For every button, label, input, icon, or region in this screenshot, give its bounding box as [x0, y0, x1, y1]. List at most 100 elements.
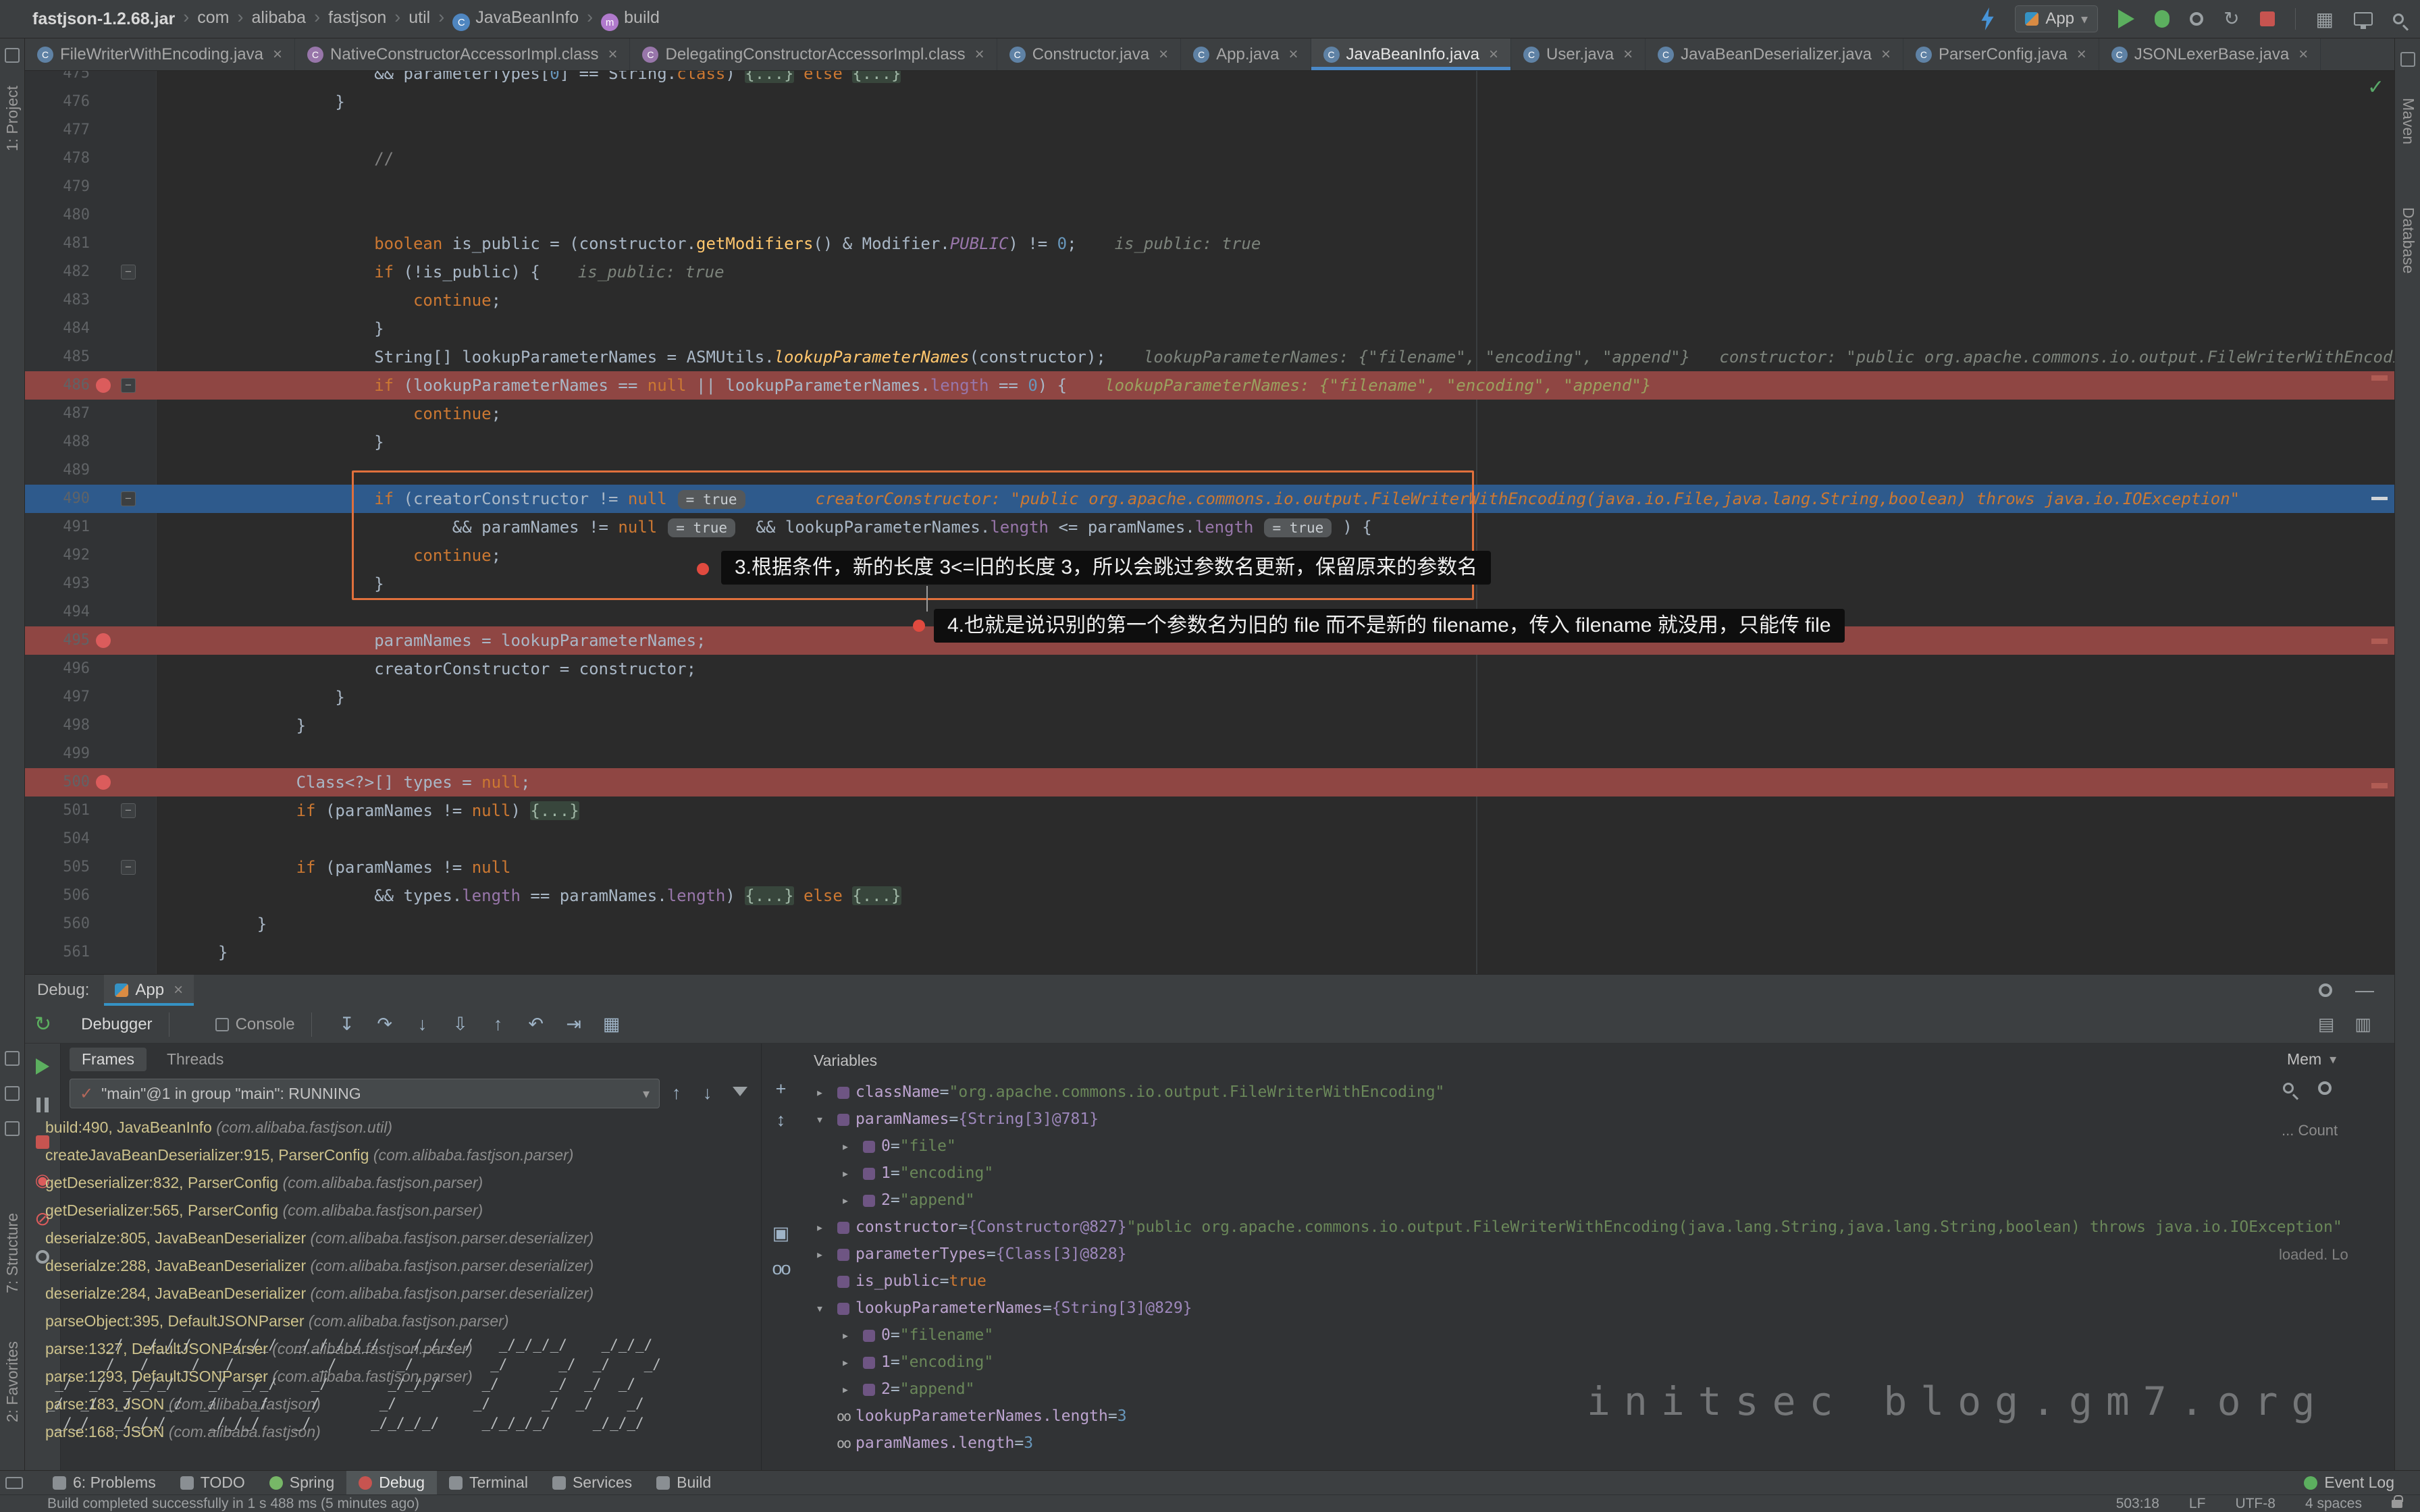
- editor-tab[interactable]: CNativeConstructorAccessorImpl.class×: [295, 38, 630, 70]
- variable-row[interactable]: ▸1 = "encoding": [800, 1160, 2354, 1187]
- frame-row[interactable]: parse:1293, DefaultJSONParser (com.aliba…: [25, 1363, 761, 1390]
- fold-icon[interactable]: −: [121, 378, 136, 393]
- tab-close-icon[interactable]: ×: [1289, 45, 1298, 64]
- breadcrumb-item[interactable]: build: [624, 8, 660, 27]
- code-line[interactable]: 501− if (paramNames != null) {...}: [25, 796, 2394, 825]
- show-execution-point-icon[interactable]: ↧: [328, 1014, 366, 1035]
- tab-close-icon[interactable]: ×: [2077, 45, 2086, 64]
- caret-position[interactable]: 503:18: [2116, 1496, 2159, 1512]
- code-line[interactable]: 481 boolean is_public = (constructor.get…: [25, 230, 2394, 258]
- breakpoint-icon[interactable]: [96, 775, 111, 790]
- frame-row[interactable]: getDeserializer:832, ParserConfig (com.a…: [25, 1169, 761, 1197]
- editor-tab[interactable]: CUser.java×: [1511, 38, 1646, 70]
- variable-row[interactable]: ▸className = "org.apache.commons.io.outp…: [800, 1079, 2354, 1106]
- variable-row[interactable]: ▸1 = "encoding": [800, 1349, 2354, 1376]
- breadcrumb-item[interactable]: util: [409, 8, 430, 27]
- stripe-project[interactable]: 1: Project: [3, 86, 22, 151]
- breadcrumb-item[interactable]: alibaba: [251, 8, 306, 27]
- chevron-down-icon[interactable]: ▾: [808, 1295, 831, 1322]
- variable-row[interactable]: ooparamNames.length = 3: [800, 1430, 2354, 1457]
- chevron-right-icon[interactable]: ▸: [834, 1376, 857, 1403]
- editor-tab[interactable]: CDelegatingConstructorAccessorImpl.class…: [630, 38, 997, 70]
- tab-close-icon[interactable]: ×: [273, 45, 282, 64]
- frame-row[interactable]: deserialze:805, JavaBeanDeserializer (co…: [25, 1224, 761, 1252]
- toolwindow-button-eventlog[interactable]: Event Log: [2292, 1474, 2406, 1492]
- restart-button[interactable]: ↻: [2224, 9, 2239, 28]
- tab-console[interactable]: Console: [215, 1015, 295, 1034]
- build-lightning-icon[interactable]: [1980, 7, 1995, 30]
- run-button[interactable]: [2118, 9, 2134, 28]
- run-to-cursor-icon[interactable]: ⇥: [555, 1014, 593, 1035]
- code-line[interactable]: 485 String[] lookupParameterNames = ASMU…: [25, 343, 2394, 371]
- tab-debugger[interactable]: Debugger: [81, 1015, 152, 1034]
- tab-threads[interactable]: Threads: [155, 1048, 236, 1071]
- editor-tab[interactable]: CJavaBeanInfo.java×: [1311, 38, 1512, 70]
- copy-stack-icon[interactable]: ▣: [762, 1223, 800, 1244]
- tab-frames[interactable]: Frames: [70, 1048, 147, 1071]
- code-line[interactable]: 486− if (lookupParameterNames == null ||…: [25, 371, 2394, 400]
- toolwindow-button-todo[interactable]: TODO: [168, 1471, 257, 1494]
- scrollbar-mark[interactable]: [2371, 783, 2388, 788]
- breadcrumb-item[interactable]: JavaBeanInfo: [475, 8, 579, 27]
- tab-close-icon[interactable]: ×: [975, 45, 984, 64]
- line-separator[interactable]: LF: [2189, 1496, 2206, 1512]
- coverage-button[interactable]: [2190, 12, 2203, 26]
- frame-row[interactable]: parse:1327, DefaultJSONParser (com.aliba…: [25, 1335, 761, 1363]
- code-line[interactable]: 497 }: [25, 683, 2394, 711]
- stripe-favorites[interactable]: 2: Favorites: [3, 1341, 22, 1422]
- code-line[interactable]: 499: [25, 740, 2394, 768]
- code-line[interactable]: 475 && parameterTypes[0] == String.class…: [25, 71, 2394, 88]
- variable-row[interactable]: ▾lookupParameterNames = {String[3]@829}: [800, 1295, 2354, 1322]
- tab-close-icon[interactable]: ×: [1489, 45, 1498, 64]
- toolwindow-button-debug[interactable]: Debug: [346, 1471, 437, 1494]
- variable-row[interactable]: ▾paramNames = {String[3]@781}: [800, 1106, 2354, 1133]
- pin-icon[interactable]: [5, 1051, 20, 1066]
- monitor-icon[interactable]: [2354, 12, 2373, 26]
- chevron-right-icon[interactable]: ▸: [808, 1214, 831, 1241]
- memory-view-toggle[interactable]: Mem ▾: [2287, 1050, 2336, 1069]
- resume-button[interactable]: [36, 1058, 49, 1075]
- breadcrumb-item[interactable]: fastjson: [328, 8, 386, 27]
- tab-close-icon[interactable]: ×: [2298, 45, 2308, 64]
- toolwindow-button-terminal[interactable]: Terminal: [437, 1471, 540, 1494]
- chevron-right-icon[interactable]: ▸: [834, 1187, 857, 1214]
- step-out-icon[interactable]: ↑: [479, 1014, 517, 1035]
- code-line[interactable]: 496 creatorConstructor = constructor;: [25, 655, 2394, 683]
- frame-row[interactable]: getDeserializer:565, ParserConfig (com.a…: [25, 1197, 761, 1224]
- search-icon[interactable]: [2393, 14, 2404, 24]
- close-icon[interactable]: ×: [174, 981, 183, 1000]
- frame-row[interactable]: createJavaBeanDeserializer:915, ParserCo…: [25, 1141, 761, 1169]
- editor-tab[interactable]: CJavaBeanDeserializer.java×: [1646, 38, 1903, 70]
- gear-icon[interactable]: [5, 1121, 20, 1136]
- variable-row[interactable]: is_public = true: [800, 1268, 2354, 1295]
- code-line[interactable]: 561}: [25, 938, 2394, 967]
- toolwindow-button-services[interactable]: Services: [540, 1471, 644, 1494]
- rerun-icon[interactable]: ↻: [34, 1013, 51, 1036]
- code-line[interactable]: 488 }: [25, 428, 2394, 456]
- scrollbar-exec-mark[interactable]: [2371, 497, 2388, 500]
- run-config-selector[interactable]: App ▾: [2015, 5, 2098, 32]
- stop-button[interactable]: [2260, 11, 2275, 26]
- editor-tab[interactable]: CJSONLexerBase.java×: [2099, 38, 2321, 70]
- chevron-right-icon[interactable]: ▸: [834, 1160, 857, 1187]
- breadcrumb-item[interactable]: com: [197, 8, 229, 27]
- scrollbar-mark[interactable]: [2371, 639, 2388, 644]
- code-line[interactable]: 506 && types.length == paramNames.length…: [25, 882, 2394, 910]
- breakpoint-icon[interactable]: [96, 378, 111, 393]
- watches-icon[interactable]: oo: [762, 1258, 800, 1279]
- frame-row[interactable]: parseObject:395, DefaultJSONParser (com.…: [25, 1307, 761, 1335]
- restore-layout-icon[interactable]: ▥: [2355, 1014, 2371, 1035]
- code-line[interactable]: 478 //: [25, 144, 2394, 173]
- tab-close-icon[interactable]: ×: [1159, 45, 1168, 64]
- chevron-right-icon[interactable]: ▸: [834, 1349, 857, 1376]
- readonly-lock-icon[interactable]: [2392, 1500, 2402, 1508]
- variable-row[interactable]: ▸2 = "append": [800, 1376, 2354, 1403]
- fold-icon[interactable]: −: [121, 265, 136, 279]
- tab-close-icon[interactable]: ×: [608, 45, 617, 64]
- reorder-icon[interactable]: ↕: [762, 1110, 800, 1131]
- code-line[interactable]: 504: [25, 825, 2394, 853]
- code-line[interactable]: 479: [25, 173, 2394, 201]
- variable-row[interactable]: oolookupParameterNames.length = 3: [800, 1403, 2354, 1430]
- frame-row[interactable]: parse:183, JSON (com.alibaba.fastjson): [25, 1390, 761, 1418]
- prev-frame-icon[interactable]: ↑: [672, 1083, 681, 1104]
